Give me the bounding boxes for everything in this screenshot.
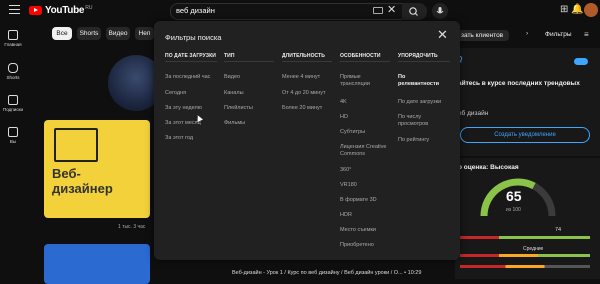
sort-rating[interactable]: По рейтингу [398,137,429,144]
chip-find-clients[interactable]: зать клиентов [455,30,510,41]
bar-value: 74 [555,227,562,233]
column-header-features: ОСОБЕННОСТИ [340,53,381,59]
trend-text: айтесь в курсе последних трендовых [458,80,580,87]
youtube-play-icon [29,6,42,15]
filter-this-month[interactable]: За этот месяц [165,120,201,127]
voice-search-button[interactable] [432,3,448,19]
video-thumbnail[interactable]: Веб- дизайнер [44,120,150,218]
column-header-duration: ДЛИТЕЛЬНОСТЬ [282,53,325,59]
logo-region: RU [85,4,93,11]
column-header-sort: УПОРЯДОЧИТЬ [398,53,438,59]
filter-duration-medium[interactable]: От 4 до 20 минут [282,90,326,97]
sort-upload-date[interactable]: По дате загрузки [398,99,441,106]
search-input[interactable]: веб дизайн [176,6,215,15]
sidebar-item-label: Подписки [3,107,23,112]
account-avatar[interactable] [584,3,598,17]
divider [282,61,332,62]
shorts-icon [8,63,18,73]
column-header-type: ТИП [224,53,235,59]
search-button[interactable] [402,3,427,20]
logo-text: YouTube [45,5,85,16]
filter-360[interactable]: 360° [340,167,351,174]
filter-creative-commons[interactable]: Лицензия Creative Commons [340,144,394,158]
chip-all[interactable]: Все [52,27,72,40]
trend-query: еб дизайн [458,110,489,117]
search-icon [409,7,418,16]
sidebar-item-you[interactable]: Вы [0,127,26,144]
filter-duration-long[interactable]: Более 20 минут [282,105,322,112]
sidebar-item-home[interactable]: Главная [0,30,26,47]
filter-type-video[interactable]: Видео [224,74,240,81]
home-icon [8,30,18,40]
mid-label: Средние [523,246,544,252]
filters-icon[interactable]: ≡ [584,30,589,39]
menu-icon[interactable] [9,5,20,14]
filter-type-movie[interactable]: Фильмы [224,120,245,127]
filter-this-year[interactable]: За этот год [165,135,193,142]
filter-hdr[interactable]: HDR [340,212,352,219]
subscriptions-icon [8,95,18,105]
filter-today[interactable]: Сегодня [165,90,186,97]
filter-purchased[interactable]: Приобретено [340,242,374,249]
create-alert-button[interactable]: Создать уведомление [460,127,590,143]
sidebar-item-label: Вы [9,139,17,144]
video-title[interactable]: Веб-дизайн - Урок 1 / Курс по веб дизайн… [232,270,421,276]
sort-view-count[interactable]: По числу просмотров [398,114,442,128]
rating-label: о оценка: Высокая [458,164,519,171]
sort-relevance[interactable]: По релевантности [398,74,439,88]
chip-shorts[interactable]: Shorts [77,27,101,40]
score-value: 65 [506,188,522,204]
filter-type-channel[interactable]: Каналы [224,90,244,97]
filter-this-week[interactable]: За эту неделю [165,105,202,112]
filter-duration-short[interactable]: Менее 4 минут [282,74,320,81]
video-thumbnail-2[interactable] [44,244,150,284]
youtube-logo[interactable]: YouTube RU [29,5,92,16]
monitor-icon [54,128,98,162]
score-of: из 100 [506,207,521,213]
filter-last-hour[interactable]: За последний час [165,74,210,81]
chevron-right-icon[interactable]: › [526,30,528,37]
keyboard-icon[interactable] [373,7,383,14]
chip-unwatched[interactable]: Неп [135,27,154,40]
metric-bar-3 [460,265,590,268]
divider [224,61,274,62]
filter-3d[interactable]: В формате 3D [340,197,377,204]
divider [340,61,390,62]
sidebar-item-label: Shorts [6,75,20,80]
metric-bar-2 [460,254,590,257]
clear-search-icon[interactable]: ✕ [387,3,396,16]
divider [398,61,450,62]
video-meta: 1 тыс. 3 час [118,224,146,230]
filters-button[interactable]: Фильтры [545,31,572,38]
filter-live[interactable]: Прямые трансляции [340,74,390,88]
toggle-switch[interactable] [574,58,588,65]
library-icon [8,127,18,137]
filter-4k[interactable]: 4K [340,99,347,106]
filter-location[interactable]: Место съемки [340,227,376,234]
filter-hd[interactable]: HD [340,114,348,121]
column-header-upload-date: ПО ДАТЕ ЗАГРУЗКИ [165,53,216,59]
filter-type-playlist[interactable]: Плейлисты [224,105,253,112]
divider [165,61,217,62]
thumbnail-text: Веб- дизайнер [52,166,113,196]
chip-videos[interactable]: Видео [106,27,130,40]
filter-vr180[interactable]: VR180 [340,182,357,189]
close-icon[interactable]: ✕ [437,28,448,41]
header-actions[interactable]: ⊞ 🔔 [560,4,584,15]
dialog-title: Фильтры поиска [165,33,222,42]
sidebar-item-label: Главная [4,42,22,47]
sidebar-item-subscriptions[interactable]: Подписки [0,95,26,112]
sidebar-item-shorts[interactable]: Shorts [0,63,26,80]
metric-bar-1 [460,236,590,239]
filter-subtitles[interactable]: Субтитры [340,129,365,136]
microphone-icon [436,7,444,14]
